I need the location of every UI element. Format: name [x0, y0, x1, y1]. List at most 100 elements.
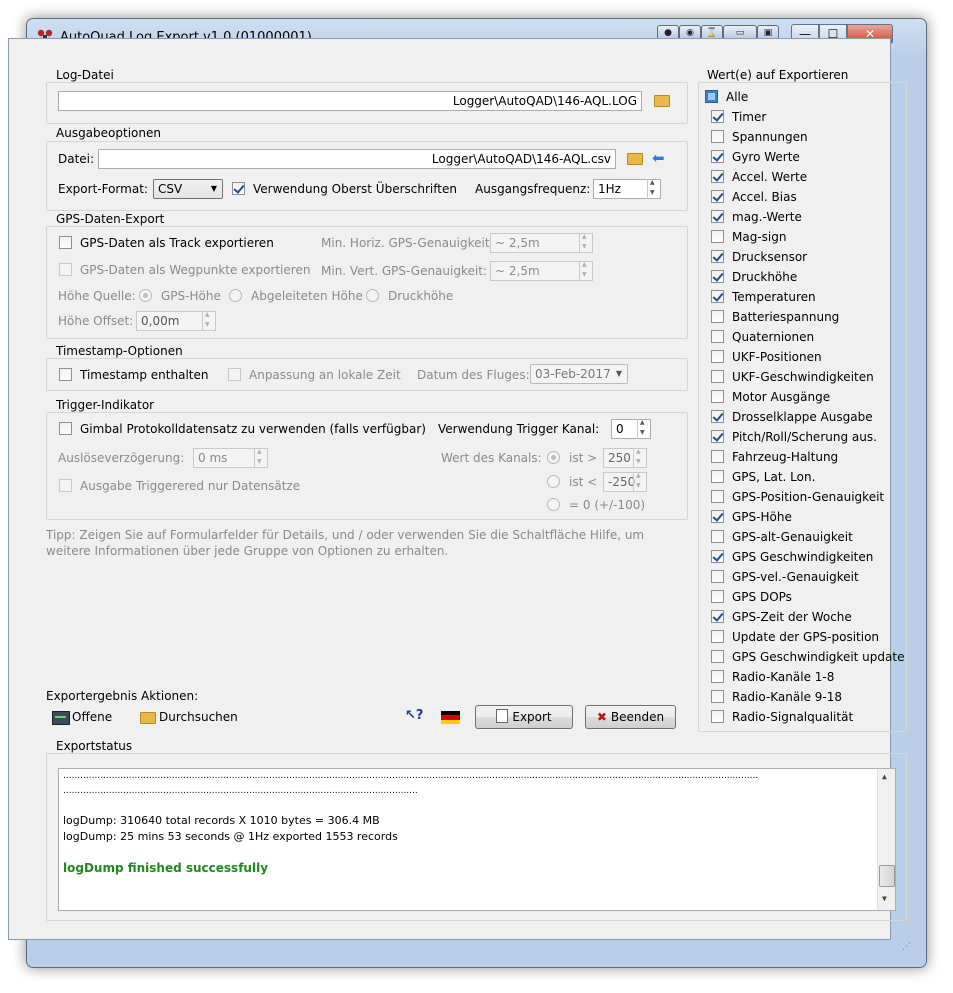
- value-checkbox[interactable]: [711, 130, 724, 143]
- channel-gt-radio[interactable]: [547, 451, 560, 464]
- value-checkbox[interactable]: [711, 230, 724, 243]
- value-label: Timer: [732, 110, 767, 124]
- status-line-records: logDump: 310640 total records X 1010 byt…: [63, 814, 380, 827]
- value-label: GPS Geschwindigkeit update: [732, 650, 905, 664]
- browse-folder-icon[interactable]: [140, 712, 156, 724]
- value-label: Fahrzeug-Haltung: [732, 450, 839, 464]
- min-horiz-accuracy-stepper[interactable]: [579, 233, 592, 253]
- channel-lt-radio[interactable]: [547, 475, 560, 488]
- channel-gt-stepper[interactable]: [633, 448, 646, 468]
- value-checkbox[interactable]: [711, 550, 724, 563]
- gps-track-checkbox[interactable]: [59, 236, 72, 249]
- height-source-gps-radio[interactable]: [139, 289, 152, 302]
- value-checkbox[interactable]: [711, 490, 724, 503]
- log-file-input[interactable]: Logger\AutoQAD\146-AQL.LOG: [58, 91, 642, 111]
- value-checkbox[interactable]: [711, 110, 724, 123]
- value-checkbox[interactable]: [711, 510, 724, 523]
- status-scrollbar[interactable]: ▲ ▼: [877, 769, 895, 910]
- trigger-channel-stepper[interactable]: [637, 419, 650, 439]
- value-checkbox[interactable]: [711, 670, 724, 683]
- trigger-delay-label: Auslöseverzögerung:: [58, 451, 185, 465]
- value-checkbox[interactable]: [711, 610, 724, 623]
- height-source-pressure-radio[interactable]: [366, 289, 379, 302]
- value-checkbox[interactable]: [711, 250, 724, 263]
- min-horiz-accuracy-input[interactable]: ~ 2,5m: [490, 233, 593, 253]
- export-status-log[interactable]: ........................................…: [58, 768, 896, 911]
- flight-date-label: Datum des Fluges:: [417, 368, 530, 382]
- trigger-only-checkbox[interactable]: [59, 479, 72, 492]
- value-checkbox[interactable]: [711, 470, 724, 483]
- export-format-select[interactable]: CSV ▼: [153, 179, 223, 199]
- scroll-up-icon[interactable]: ▲: [882, 772, 887, 781]
- value-checkbox[interactable]: [711, 270, 724, 283]
- value-checkbox[interactable]: [711, 630, 724, 643]
- export-format-label: Export-Format:: [58, 182, 148, 196]
- value-label: GPS-vel.-Genauigkeit: [732, 570, 859, 584]
- value-checkbox[interactable]: [711, 370, 724, 383]
- value-checkbox[interactable]: [711, 690, 724, 703]
- open-link[interactable]: Offene: [72, 710, 112, 724]
- arrow-left-icon[interactable]: ⬅: [652, 151, 665, 166]
- trigger-delay-stepper[interactable]: [254, 448, 267, 468]
- channel-eq-label: = 0 (+/-100): [569, 498, 646, 512]
- height-offset-stepper[interactable]: [202, 311, 215, 331]
- timestamp-include-label: Timestamp enthalten: [80, 368, 209, 382]
- height-source-derived-radio[interactable]: [229, 289, 242, 302]
- value-checkbox[interactable]: [711, 170, 724, 183]
- help-icon[interactable]: ↖?: [405, 708, 423, 723]
- chevron-down-icon: ▼: [210, 184, 217, 193]
- value-label: Accel. Bias: [732, 190, 797, 204]
- value-checkbox[interactable]: [711, 410, 724, 423]
- value-checkbox[interactable]: [711, 450, 724, 463]
- value-checkbox[interactable]: [711, 290, 724, 303]
- output-frequency-stepper[interactable]: [647, 179, 660, 199]
- quit-button[interactable]: ✖ Beenden: [585, 705, 676, 729]
- value-checkbox[interactable]: [711, 150, 724, 163]
- channel-eq-radio[interactable]: [547, 498, 560, 511]
- headers-checkbox[interactable]: [232, 182, 245, 195]
- browse-link[interactable]: Durchsuchen: [159, 710, 238, 724]
- browse-log-folder-icon[interactable]: [654, 95, 670, 107]
- gimbal-checkbox[interactable]: [59, 422, 72, 435]
- gps-waypoints-checkbox[interactable]: [59, 263, 72, 276]
- flight-date-select[interactable]: 03-Feb-2017 ▼: [530, 364, 628, 384]
- value-checkbox[interactable]: [711, 310, 724, 323]
- browse-output-folder-icon[interactable]: [627, 153, 643, 165]
- value-checkbox[interactable]: [711, 330, 724, 343]
- local-time-checkbox[interactable]: [228, 368, 241, 381]
- channel-lt-stepper[interactable]: [633, 472, 646, 492]
- tip-text: Tipp: Zeigen Sie auf Formularfelder für …: [46, 528, 645, 558]
- timestamp-group-title: Timestamp-Optionen: [54, 344, 185, 358]
- value-checkbox[interactable]: [711, 430, 724, 443]
- value-checkbox[interactable]: [711, 650, 724, 663]
- scroll-thumb[interactable]: [879, 865, 895, 887]
- timestamp-include-checkbox[interactable]: [59, 368, 72, 381]
- export-actions-label: Exportergebnis Aktionen:: [46, 689, 199, 703]
- value-checkbox[interactable]: [711, 590, 724, 603]
- german-flag-icon[interactable]: [441, 711, 460, 724]
- all-values-checkbox[interactable]: [705, 90, 718, 103]
- export-status-group-title: Exportstatus: [54, 739, 135, 753]
- value-checkbox[interactable]: [711, 210, 724, 223]
- flight-date-value: 03-Feb-2017: [535, 367, 611, 381]
- open-icon[interactable]: [52, 711, 70, 725]
- min-vert-accuracy-input[interactable]: ~ 2,5m: [490, 261, 593, 281]
- value-checkbox[interactable]: [711, 190, 724, 203]
- value-checkbox[interactable]: [711, 350, 724, 363]
- value-checkbox[interactable]: [711, 710, 724, 723]
- resize-grip-icon[interactable]: ⋰: [902, 942, 911, 952]
- close-x-icon: ✖: [596, 710, 607, 724]
- value-label: GPS DOPs: [732, 590, 792, 604]
- value-checkbox[interactable]: [711, 390, 724, 403]
- values-group-title: Wert(e) auf Exportieren: [705, 68, 851, 82]
- chevron-down-icon: ▼: [615, 369, 622, 378]
- scroll-down-icon[interactable]: ▼: [882, 894, 887, 903]
- value-checkbox[interactable]: [711, 530, 724, 543]
- gps-track-label: GPS-Daten als Track exportieren: [80, 236, 274, 250]
- export-button[interactable]: Export: [475, 705, 573, 729]
- min-vert-accuracy-stepper[interactable]: [579, 261, 592, 281]
- output-file-input[interactable]: Logger\AutoQAD\146-AQL.csv: [98, 149, 616, 169]
- value-checkbox[interactable]: [711, 570, 724, 583]
- gimbal-label: Gimbal Protokolldatensatz zu verwenden (…: [80, 422, 426, 436]
- gps-export-group-title: GPS-Daten-Export: [54, 212, 167, 226]
